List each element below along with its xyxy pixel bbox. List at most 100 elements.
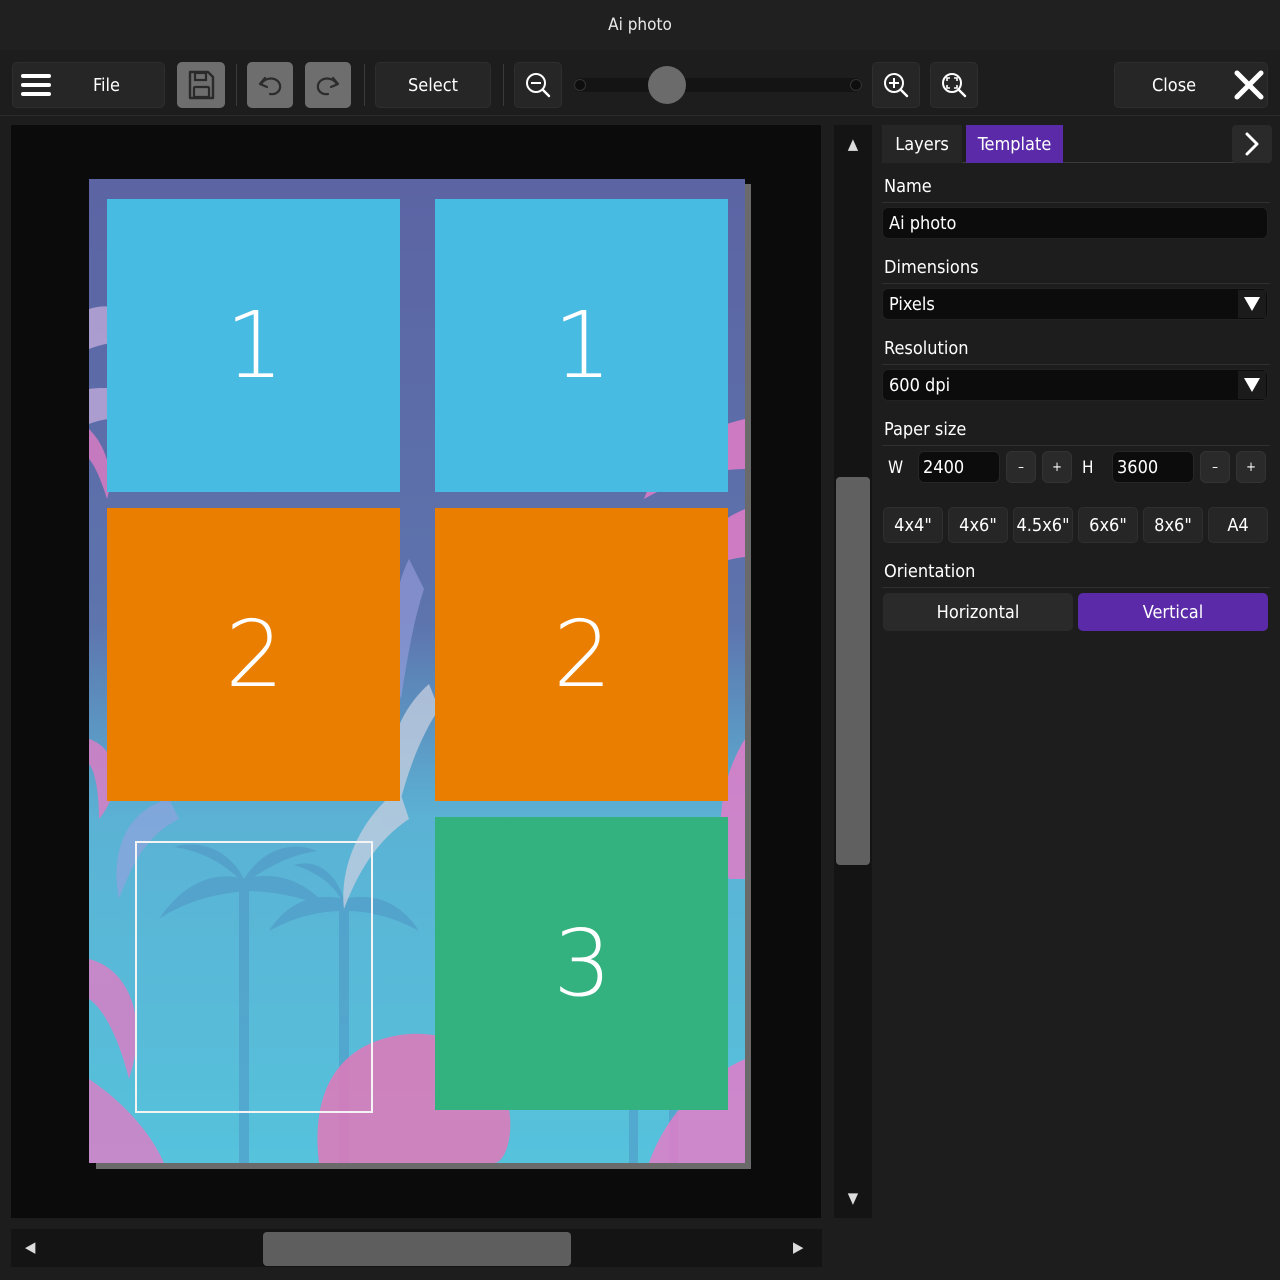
minus-label: – — [1018, 459, 1024, 475]
preset-label: 6x6" — [1089, 514, 1127, 536]
close-button[interactable]: Close — [1114, 62, 1268, 108]
width-value: 2400 — [923, 456, 965, 478]
divider — [882, 283, 1270, 284]
select-label: Select — [408, 74, 458, 96]
plus-label: + — [1246, 459, 1256, 475]
zoom-in-icon — [884, 73, 909, 98]
preset-4x6-button[interactable]: 4x6" — [948, 507, 1008, 543]
zoom-fit-icon — [942, 73, 967, 98]
preset-label: 8x6" — [1154, 514, 1192, 536]
height-value: 3600 — [1117, 456, 1159, 478]
slot-number: 2 — [553, 601, 612, 708]
name-input[interactable]: Ai photo — [882, 207, 1268, 239]
height-decrement-button[interactable]: – — [1200, 451, 1230, 483]
preset-4-5x6-button[interactable]: 4.5x6" — [1013, 507, 1073, 543]
redo-icon — [316, 76, 340, 96]
save-button[interactable] — [177, 62, 225, 108]
dimensions-label: Dimensions — [884, 257, 979, 278]
close-label: Close — [1152, 74, 1197, 96]
height-prefix: H — [1082, 458, 1094, 478]
horizontal-scrollbar[interactable]: ◀ ▶ — [11, 1229, 822, 1267]
preset-8x6-button[interactable]: 8x6" — [1143, 507, 1203, 543]
scroll-left-arrow-icon[interactable]: ◀ — [25, 1238, 35, 1256]
frame-outline[interactable] — [135, 841, 373, 1113]
paper-size-label: Paper size — [884, 419, 967, 440]
zoom-out-button[interactable] — [514, 62, 562, 108]
template-paper[interactable]: 1 1 2 2 3 — [89, 179, 745, 1163]
orientation-label-horizontal: Horizontal — [936, 601, 1020, 623]
photo-slot-2[interactable]: 2 — [435, 508, 728, 801]
hamburger-menu-icon — [21, 74, 51, 96]
dimensions-value: Pixels — [889, 293, 935, 315]
orientation-label-vertical: Vertical — [1142, 601, 1204, 623]
zoom-slider-track[interactable] — [574, 78, 862, 92]
zoom-fit-button[interactable] — [930, 62, 978, 108]
preset-label: 4.5x6" — [1016, 514, 1070, 536]
toolbar-divider — [503, 64, 504, 106]
slot-number: 3 — [553, 910, 612, 1017]
toolbar-divider — [236, 64, 237, 106]
height-input[interactable]: 3600 — [1112, 451, 1194, 483]
resolution-select[interactable]: 600 dpi — [882, 369, 1268, 401]
toolbar-divider — [364, 64, 365, 106]
tab-template[interactable]: Template — [966, 125, 1063, 163]
slot-number: 1 — [225, 292, 284, 399]
width-decrement-button[interactable]: – — [1006, 451, 1036, 483]
resolution-value: 600 dpi — [889, 374, 951, 396]
preset-label: A4 — [1227, 514, 1249, 536]
height-increment-button[interactable]: + — [1236, 451, 1266, 483]
tab-label: Layers — [895, 133, 949, 155]
divider — [882, 202, 1270, 203]
scroll-right-arrow-icon[interactable]: ▶ — [793, 1238, 803, 1256]
plus-label: + — [1052, 459, 1062, 475]
divider — [882, 587, 1270, 588]
photo-slot-2[interactable]: 2 — [107, 508, 400, 801]
undo-icon — [258, 76, 282, 96]
horizontal-scroll-thumb[interactable] — [263, 1232, 571, 1266]
save-icon — [188, 70, 215, 100]
chevron-right-icon — [1245, 132, 1259, 156]
photo-slot-3[interactable]: 3 — [435, 817, 728, 1110]
slot-number: 2 — [225, 601, 284, 708]
minus-label: – — [1212, 459, 1218, 475]
file-menu-button[interactable]: File — [12, 62, 165, 108]
toolbar: File Select Close — [0, 56, 1280, 116]
redo-button[interactable] — [305, 62, 351, 108]
window-title: Ai photo — [608, 15, 672, 35]
tab-layers[interactable]: Layers — [882, 125, 962, 163]
scroll-down-arrow-icon[interactable]: ▼ — [834, 1189, 872, 1207]
dropdown-arrow-icon[interactable] — [1238, 371, 1266, 399]
preset-a4-button[interactable]: A4 — [1208, 507, 1268, 543]
vertical-scroll-thumb[interactable] — [836, 477, 870, 865]
panel-next-button[interactable] — [1232, 125, 1272, 163]
orientation-horizontal-button[interactable]: Horizontal — [883, 593, 1073, 631]
divider — [882, 364, 1270, 365]
dropdown-arrow-icon[interactable] — [1238, 290, 1266, 318]
slot-number: 1 — [553, 292, 612, 399]
photo-slot-1[interactable]: 1 — [107, 199, 400, 492]
panel-tabs: Layers Template — [882, 125, 1272, 163]
width-input[interactable]: 2400 — [918, 451, 1000, 483]
preset-4x4-button[interactable]: 4x4" — [883, 507, 943, 543]
zoom-slider-end — [850, 79, 862, 91]
file-label: File — [93, 74, 120, 96]
zoom-slider-start — [574, 79, 586, 91]
vertical-scrollbar[interactable]: ▲ ▼ — [834, 125, 872, 1218]
width-increment-button[interactable]: + — [1042, 451, 1072, 483]
zoom-in-button[interactable] — [872, 62, 920, 108]
dimensions-select[interactable]: Pixels — [882, 288, 1268, 320]
name-label: Name — [884, 176, 932, 197]
close-icon — [1234, 70, 1264, 100]
properties-panel: Layers Template Name Ai photo Dimensions… — [878, 125, 1274, 645]
zoom-slider-handle[interactable] — [648, 66, 686, 104]
undo-button[interactable] — [247, 62, 293, 108]
zoom-out-icon — [526, 73, 551, 98]
tab-label: Template — [977, 133, 1052, 155]
title-bar: Ai photo — [0, 0, 1280, 50]
resolution-label: Resolution — [884, 338, 969, 359]
scroll-up-arrow-icon[interactable]: ▲ — [834, 135, 872, 153]
orientation-vertical-button[interactable]: Vertical — [1078, 593, 1268, 631]
select-button[interactable]: Select — [375, 62, 491, 108]
preset-6x6-button[interactable]: 6x6" — [1078, 507, 1138, 543]
photo-slot-1[interactable]: 1 — [435, 199, 728, 492]
